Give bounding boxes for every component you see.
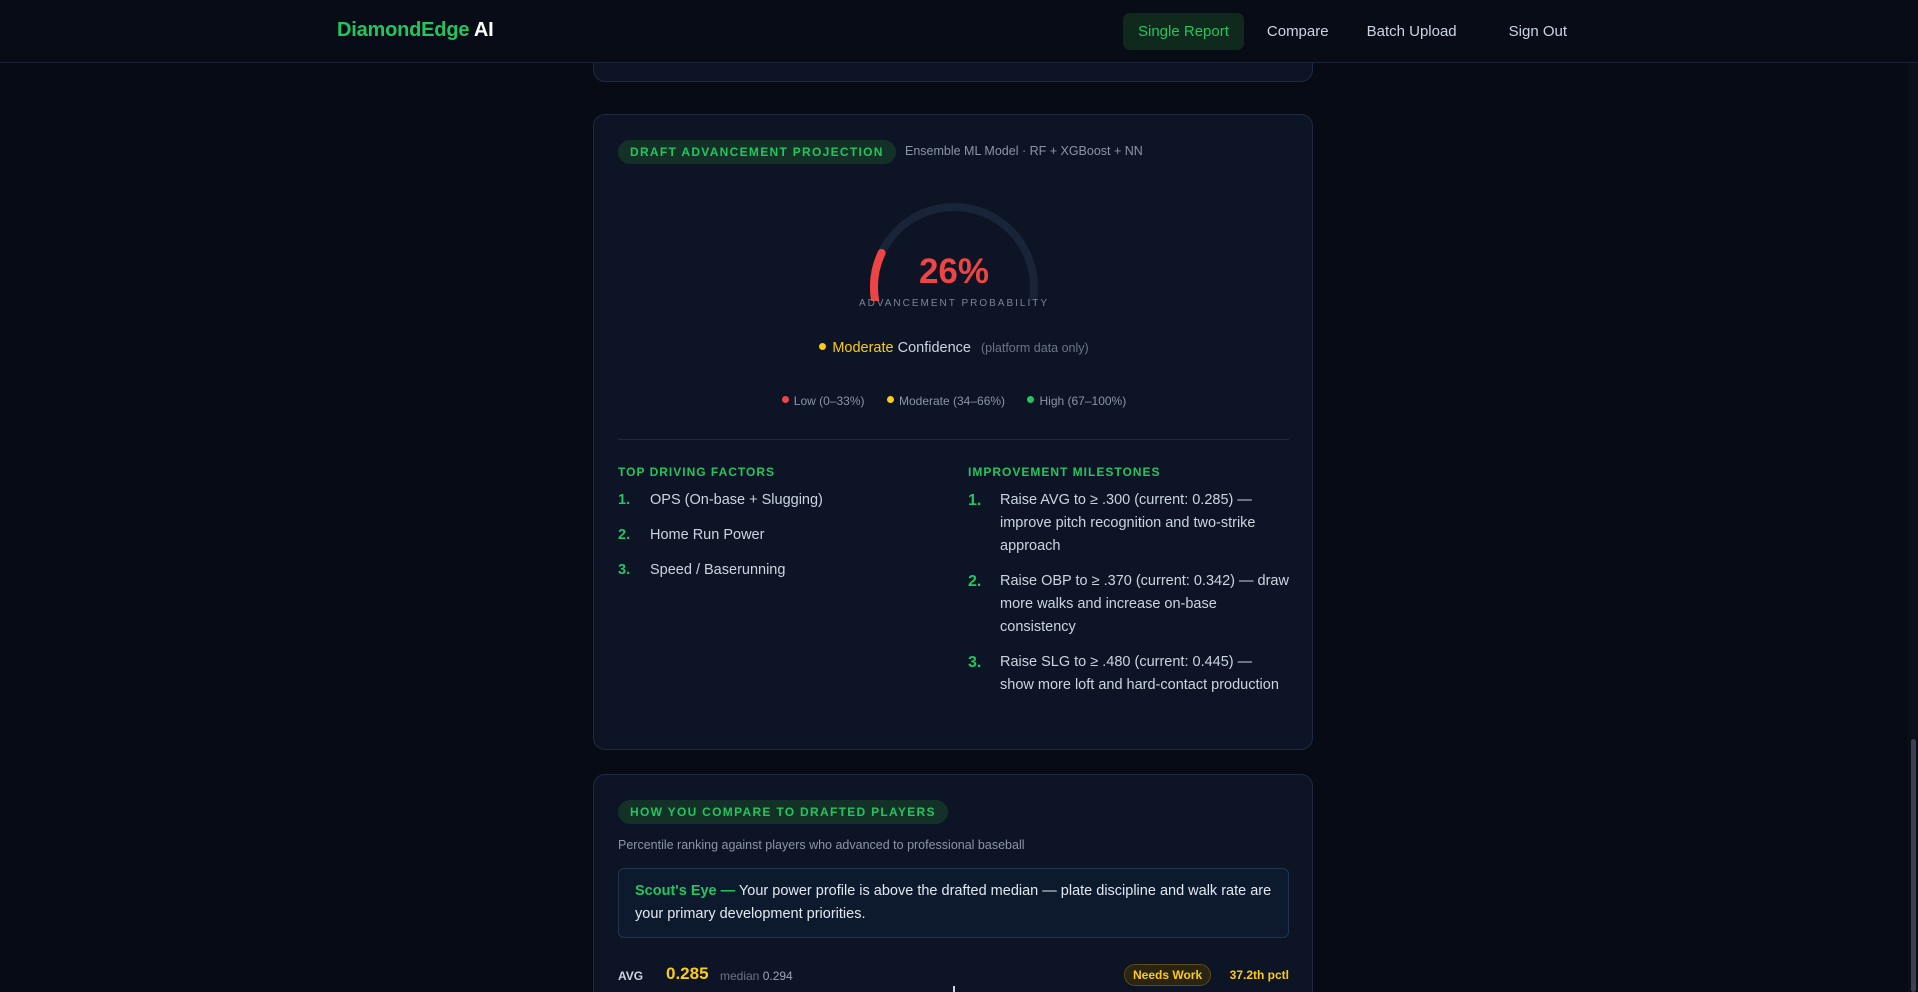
compare-drafted-card: HOW YOU COMPARE TO DRAFTED PLAYERS Perce… [593, 774, 1313, 992]
milestone-number: 1. [968, 492, 982, 509]
draft-section-pill: DRAFT ADVANCEMENT PROJECTION [618, 140, 896, 164]
page-scrollbar[interactable] [1908, 0, 1918, 992]
stat-row-avg: AVG 0.285 median 0.294 Needs Work 37.2th… [618, 964, 1289, 992]
stat-median: median 0.294 [720, 969, 793, 983]
advancement-percent: 26% [918, 252, 990, 291]
median-value: 0.294 [762, 969, 793, 983]
factor-number: 3. [618, 562, 631, 578]
factor-item: 2. Home Run Power [618, 527, 764, 543]
confidence-word: Confidence [897, 340, 971, 356]
confidence-level: Moderate [832, 340, 894, 356]
factor-item: 3. Speed / Baserunning [618, 562, 785, 578]
factor-text: Home Run Power [650, 527, 765, 543]
factor-number: 1. [618, 492, 631, 508]
confidence-note: (platform data only) [981, 341, 1089, 355]
needs-work-badge: Needs Work [1124, 964, 1212, 986]
stat-value: 0.285 [666, 964, 709, 983]
model-description: Ensemble ML Model · RF + XGBoost + NN [905, 144, 1143, 158]
legend-low: Low (0–33%) [781, 394, 865, 408]
legend-moderate-label: Moderate (34–66%) [898, 394, 1006, 408]
legend-moderate: Moderate (34–66%) [886, 394, 1006, 408]
brand-logo[interactable]: DiamondEdge AI [337, 19, 494, 42]
nav-batch-upload[interactable]: Batch Upload [1352, 13, 1472, 50]
legend-high: High (67–100%) [1027, 394, 1126, 408]
nav-single-report[interactable]: Single Report [1123, 13, 1244, 50]
sign-out-button[interactable]: Sign Out [1494, 13, 1582, 50]
milestone-text: Raise OBP to ≥ .370 (current: 0.342) — d… [1000, 573, 1289, 635]
factor-text: OPS (On-base + Slugging) [650, 492, 823, 508]
median-marker [953, 986, 955, 992]
milestone-text: Raise AVG to ≥ .300 (current: 0.285) — i… [1000, 492, 1256, 554]
legend-high-label: High (67–100%) [1039, 394, 1127, 408]
scrollbar-thumb[interactable] [1911, 739, 1916, 992]
scouts-eye-label: Scout's Eye — [635, 883, 736, 899]
main-nav: Single Report Compare Batch Upload Sign … [1123, 13, 1590, 50]
confidence-dot [819, 342, 827, 350]
factor-text: Speed / Baserunning [650, 562, 786, 578]
top-nav-bar: DiamondEdge AI Single Report Compare Bat… [0, 0, 1918, 63]
stat-name: AVG [618, 969, 644, 983]
factor-item: 1. OPS (On-base + Slugging) [618, 492, 823, 508]
legend-low-dot [781, 396, 789, 404]
compare-section-pill: HOW YOU COMPARE TO DRAFTED PLAYERS [618, 800, 948, 824]
milestone-text: Raise SLG to ≥ .480 (current: 0.445) — s… [1000, 654, 1279, 693]
draft-projection-card: DRAFT ADVANCEMENT PROJECTION Ensemble ML… [593, 114, 1313, 750]
median-label: median [720, 969, 760, 983]
nav-compare[interactable]: Compare [1252, 13, 1344, 50]
scouts-eye-callout: Scout's Eye — Your power profile is abov… [618, 868, 1289, 938]
legend-high-dot [1027, 396, 1035, 404]
brand-suffix: AI [473, 19, 494, 41]
milestone-number: 2. [968, 573, 982, 590]
gauge-caption: ADVANCEMENT PROBABILITY [858, 298, 1050, 309]
factors-title: TOP DRIVING FACTORS [618, 465, 776, 479]
legend-moderate-dot [886, 396, 894, 404]
stat-percentile: 37.2th pctl [1229, 968, 1289, 982]
milestone-number: 3. [968, 654, 982, 671]
confidence-legend: Low (0–33%) Moderate (34–66%) High (67–1… [594, 392, 1314, 410]
compare-subtitle: Percentile ranking against players who a… [618, 838, 1025, 852]
legend-low-label: Low (0–33%) [793, 394, 865, 408]
milestones-title: IMPROVEMENT MILESTONES [968, 465, 1161, 479]
confidence-indicator: Moderate Confidence (platform data only) [594, 340, 1314, 356]
factor-number: 2. [618, 527, 631, 543]
brand-name: DiamondEdge [337, 19, 470, 41]
section-divider [618, 439, 1289, 440]
